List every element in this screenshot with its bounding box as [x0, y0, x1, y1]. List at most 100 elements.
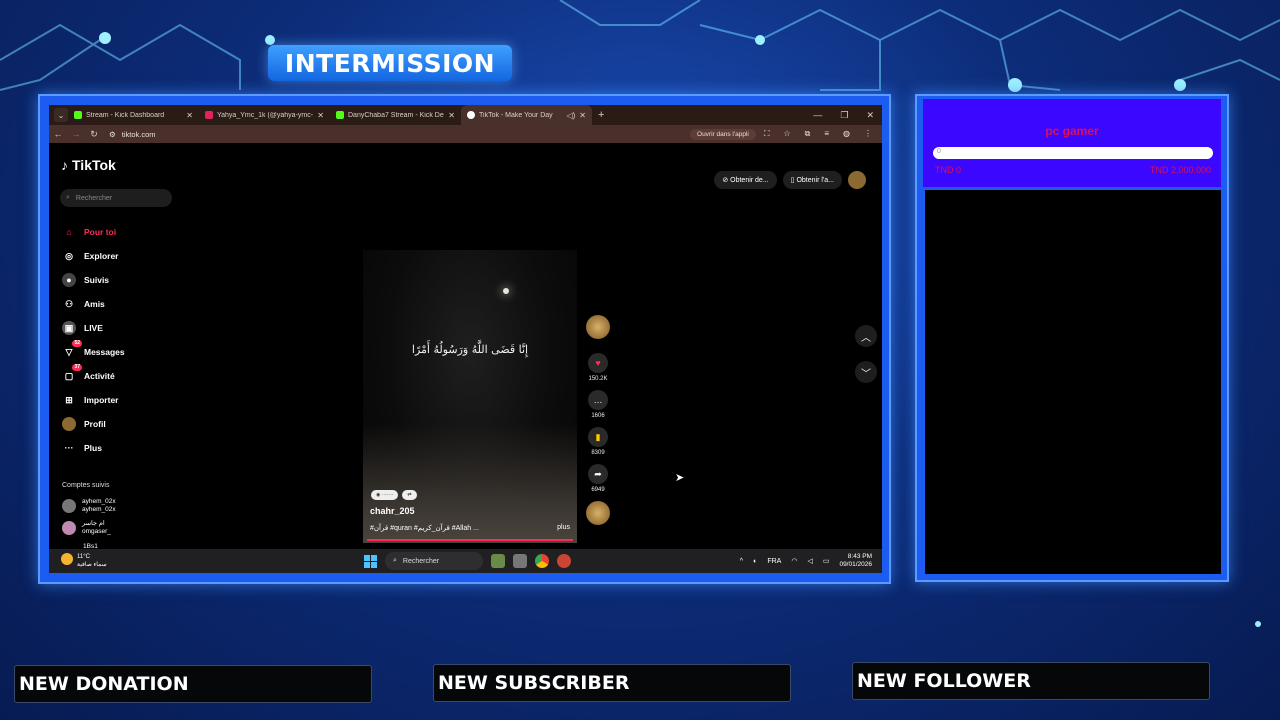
open-in-app-button[interactable]: Ouvrir dans l'appli — [690, 128, 756, 140]
tiktok-logo[interactable]: ♪ TikTok — [61, 157, 116, 173]
video-player[interactable]: إِنَّا قَضَى اللَّهُ وَرَسُولُهُ أَمْرًا… — [363, 250, 577, 543]
video-navigation: ︿ ﹀ — [855, 325, 877, 383]
close-tab-icon[interactable]: ✕ — [317, 111, 324, 120]
activity-icon: ▢ 37 — [64, 364, 82, 381]
close-tab-icon[interactable]: ✕ — [186, 111, 193, 120]
tab-search-icon[interactable]: ⌄ — [54, 108, 68, 122]
tab-title: DanyChaba7 Stream - Kick Dei — [348, 111, 445, 119]
battery-icon[interactable]: ▭ — [823, 557, 830, 565]
translate-icon[interactable]: ⛶ — [764, 129, 770, 139]
tab-youtube[interactable]: Yahya_Ymc_1k (@yahya-ymc- ✕ — [199, 105, 330, 125]
user-avatar[interactable] — [848, 171, 866, 189]
screen-capture-frame: ⌄ Stream - Kick Dashboard ✕ Yahya_Ymc_1k… — [38, 94, 891, 584]
account-name: ام جاسر — [82, 520, 105, 527]
clock[interactable]: 8:43 PM 09/01/2026 — [839, 553, 872, 569]
forward-icon[interactable]: → — [67, 129, 85, 139]
sidebar-item-amis[interactable]: ⚇ Amis — [62, 297, 105, 311]
sidebar-item-messages[interactable]: ▽ 52 Messages — [62, 340, 125, 359]
avatar — [62, 521, 76, 535]
music-disc-icon[interactable] — [586, 501, 610, 525]
like-icon[interactable]: ♥ — [588, 353, 608, 373]
task-view-icon[interactable] — [513, 554, 527, 568]
close-tab-icon[interactable]: ✕ — [448, 111, 455, 120]
sidebar-item-importer[interactable]: ⊞ Importer — [62, 393, 118, 407]
tab-kick-stream[interactable]: DanyChaba7 Stream - Kick Dei ✕ — [330, 105, 461, 125]
messages-icon: ▽ 52 — [65, 340, 82, 357]
windows-start-icon[interactable] — [364, 554, 377, 568]
minimize-icon[interactable]: — — [813, 110, 822, 121]
get-coins-button[interactable]: ⊘ Obtenir de... — [714, 171, 777, 189]
caption-more-link[interactable]: plus — [557, 524, 570, 532]
camera-placeholder — [925, 190, 1221, 574]
sidebar-item-suivis[interactable]: ● Suivis — [62, 273, 109, 287]
activity-badge: 37 — [72, 364, 82, 371]
video-progress-bar[interactable] — [367, 539, 573, 541]
followed-account[interactable]: ayhem_02x ayhem_02x — [62, 498, 116, 514]
volume-icon[interactable]: ◁ — [807, 557, 812, 565]
bookmark-icon[interactable]: ▮ — [588, 427, 608, 447]
maximize-icon[interactable]: ❐ — [840, 110, 848, 121]
followed-account[interactable]: ام جاسر omgaser_ — [62, 520, 111, 536]
sidebar-item-explorer[interactable]: ◎ Explorer — [62, 249, 118, 263]
side-panel-frame: pc gamer 0 TND 0 TND 2,000.000 — [915, 94, 1229, 582]
youtube-icon — [205, 111, 213, 119]
profile-icon[interactable]: ◍ — [843, 129, 850, 139]
sidebar-item-plus[interactable]: ··· Plus — [62, 441, 102, 455]
reload-icon[interactable]: ↻ — [85, 129, 103, 140]
back-icon[interactable]: ← — [49, 129, 67, 139]
language-indicator[interactable]: FRA — [767, 558, 781, 565]
followed-accounts-header: Comptes suivis — [62, 482, 110, 489]
alert-new-donation: NEW DONATION — [14, 665, 372, 703]
chrome-icon[interactable] — [535, 554, 549, 568]
share-chip[interactable]: ⇄ — [402, 490, 417, 500]
sidebar-item-activite[interactable]: ▢ 37 Activité — [62, 364, 115, 383]
taskbar-center: ⌕ Rechercher — [364, 552, 571, 570]
sidebar-item-profil[interactable]: Profil — [62, 417, 106, 431]
tab-kick-dashboard[interactable]: Stream - Kick Dashboard ✕ — [68, 105, 199, 125]
creator-avatar[interactable] — [586, 315, 610, 339]
close-window-icon[interactable]: ✕ — [866, 110, 874, 121]
temperature: 11°C — [77, 554, 90, 560]
tray-app-icon[interactable]: ◐ — [753, 558, 757, 565]
close-tab-icon[interactable]: ✕ — [579, 111, 586, 120]
upload-icon: ⊞ — [65, 394, 73, 405]
browser-window: ⌄ Stream - Kick Dashboard ✕ Yahya_Ymc_1k… — [49, 105, 882, 573]
taskbar-search-label: Rechercher — [402, 557, 440, 565]
menu-dots-icon[interactable]: ⋮ — [864, 129, 872, 139]
caption-text: #قرآن #quran #قرآن_كريم #Allah ... — [370, 525, 479, 532]
site-info-icon[interactable]: ⚙ — [109, 130, 116, 139]
share-icon[interactable]: ➦ — [588, 464, 608, 484]
video-username[interactable]: chahr_205 — [370, 506, 415, 516]
taskbar-search[interactable]: ⌕ Rechercher — [385, 552, 483, 570]
search-input[interactable]: ⌕ Rechercher — [60, 189, 172, 207]
sidebar-item-pour-toi[interactable]: ⌂ Pour toi — [62, 225, 116, 239]
media-icon[interactable]: ≡ — [824, 129, 829, 139]
messages-badge: 52 — [72, 340, 82, 347]
app-icon[interactable] — [557, 554, 571, 568]
goal-progress-bar: 0 — [933, 147, 1213, 159]
comment-icon[interactable]: … — [588, 390, 608, 410]
sidebar-label: Activité — [84, 371, 115, 381]
live-icon: ▣ — [62, 321, 76, 335]
bookmark-star-icon[interactable]: ☆ — [783, 129, 790, 139]
extensions-icon[interactable]: ⧉ — [805, 129, 811, 139]
wifi-icon[interactable]: ◠ — [791, 557, 797, 565]
search-placeholder: Rechercher — [75, 194, 113, 202]
sidebar-label: Messages — [84, 347, 125, 357]
sidebar-item-live[interactable]: ▣ LIVE — [62, 321, 103, 335]
weather-widget[interactable]: 11°C سماء صافية — [61, 553, 107, 569]
url-field[interactable]: ⚙ tiktok.com — [109, 130, 690, 139]
weather-icon — [61, 553, 73, 565]
chevron-up-icon[interactable]: ︿ — [855, 325, 877, 347]
goal-target-amount: TND 2,000.000 — [1149, 165, 1211, 175]
get-app-button[interactable]: ▯ Obtenir l'a... — [782, 171, 842, 189]
speaker-icon[interactable]: ◁) — [566, 111, 575, 120]
widgets-icon[interactable] — [491, 554, 505, 568]
tab-tiktok[interactable]: TikTok - Make Your Day ◁) ✕ — [461, 105, 592, 125]
tray-chevron-icon[interactable]: ^ — [740, 558, 743, 565]
effect-chip[interactable]: ◉ ······· — [371, 490, 399, 500]
new-tab-icon[interactable]: + — [598, 109, 604, 121]
street-lamp — [503, 288, 509, 294]
chevron-down-icon[interactable]: ﹀ — [855, 361, 877, 383]
video-actions: ♥ 150.2K … 1606 ▮ 8309 ➦ 6949 — [585, 315, 611, 533]
